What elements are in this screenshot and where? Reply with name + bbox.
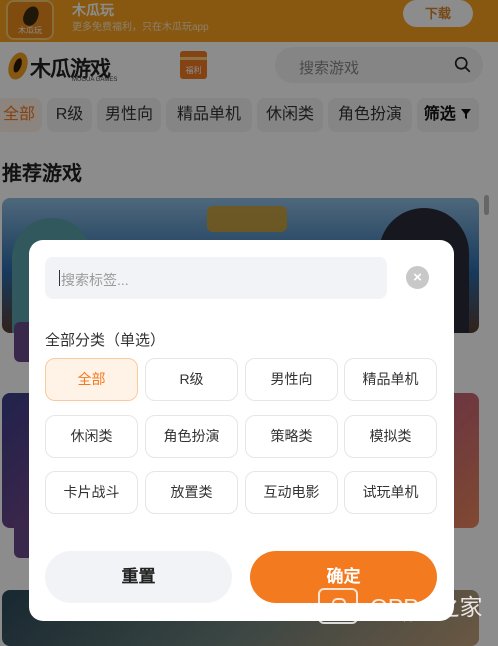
- watermark-url: www.oppo.com: [370, 613, 449, 622]
- tag-search-placeholder: 搜索标签...: [61, 272, 129, 288]
- chip-simulation[interactable]: 模拟类: [344, 415, 437, 458]
- chip-premium-single[interactable]: 精品单机: [344, 358, 437, 401]
- chip-interactive-movie[interactable]: 互动电影: [245, 471, 338, 514]
- chip-male-oriented[interactable]: 男性向: [245, 358, 338, 401]
- chip-casual[interactable]: 休闲类: [45, 415, 138, 458]
- tag-search-input[interactable]: 搜索标签...: [45, 257, 387, 299]
- chip-card-battle[interactable]: 卡片战斗: [45, 471, 138, 514]
- watermark-logo-icon: [318, 588, 358, 624]
- close-icon[interactable]: ×: [406, 266, 429, 289]
- chip-role-playing[interactable]: 角色扮演: [145, 415, 238, 458]
- reset-button[interactable]: 重置: [45, 551, 232, 603]
- category-label: 全部分类（单选）: [45, 332, 166, 349]
- chip-r-rated[interactable]: R级: [145, 358, 238, 401]
- filter-modal: 搜索标签... × 全部分类（单选） 全部 R级 男性向 精品单机 休闲类 角色…: [29, 240, 454, 621]
- chip-strategy[interactable]: 策略类: [245, 415, 338, 458]
- chip-trial-single[interactable]: 试玩单机: [344, 471, 437, 514]
- text-caret: [59, 270, 60, 286]
- chip-all[interactable]: 全部: [45, 358, 138, 401]
- chip-idle[interactable]: 放置类: [145, 471, 238, 514]
